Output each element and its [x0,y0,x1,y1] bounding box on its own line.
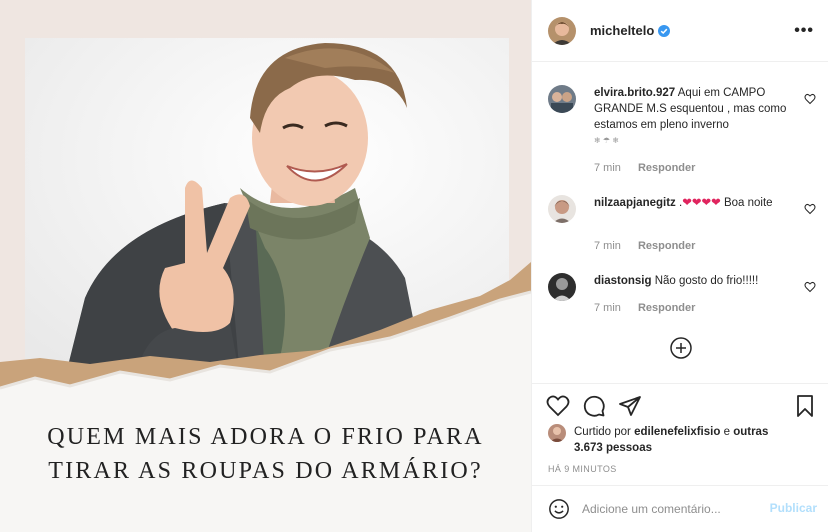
comment-item: elvira.brito.927 Aqui em CAMPO GRANDE M.… [548,85,816,180]
reply-button[interactable]: Responder [638,240,695,252]
like-comment-heart-icon[interactable] [804,203,816,215]
comment-text: elvira.brito.927 Aqui em CAMPO GRANDE M.… [594,85,789,149]
like-comment-heart-icon[interactable] [804,93,816,105]
likes-text: Curtido por edilenefelixfisio e outras 3… [574,424,774,456]
save-bookmark-icon[interactable] [793,394,817,418]
commenter-avatar[interactable] [548,195,576,223]
likes-summary: Curtido por edilenefelixfisio e outras 3… [548,424,818,460]
comment-bubble-icon[interactable] [582,394,606,418]
post-header: micheltelo ••• [532,0,828,62]
caption-line-1: QUEM MAIS ADORA O FRIO PARA [47,424,484,450]
liker-username[interactable]: edilenefelixfisio [634,426,720,438]
comment-item: diastonsig Não gosto do frio!!!!! 7 min … [548,273,816,323]
author-username[interactable]: micheltelo [590,23,654,38]
comment-text: diastonsig Não gosto do frio!!!!! [594,273,789,289]
comment-time: 7 min [594,240,621,252]
comments-list: elvira.brito.927 Aqui em CAMPO GRANDE M.… [532,63,828,383]
verified-badge-icon [658,24,671,37]
likes-prefix: Curtido por [574,426,631,438]
reply-button[interactable]: Responder [638,302,695,314]
comment-item: nilzaapjanegitz .❤❤❤❤ Boa noite 7 min Re… [548,195,816,255]
share-send-icon[interactable] [618,394,642,418]
comment-text: nilzaapjanegitz .❤❤❤❤ Boa noite [594,195,789,211]
post-image[interactable]: QUEM MAIS ADORA O FRIO PARA TIRAR AS ROU… [0,0,531,532]
caption-line-2: TIRAR AS ROUPAS DO ARMÁRIO? [48,458,483,484]
comment-message: Não gosto do frio!!!!! [654,275,759,287]
commenter-avatar[interactable] [548,273,576,301]
more-options-icon[interactable]: ••• [794,22,814,40]
comment-meta: 7 min Responder [594,240,709,252]
post-side-panel: micheltelo ••• elvira.brito.927 Aqui em … [531,0,828,532]
comment-meta: 7 min Responder [594,162,709,174]
comment-time: 7 min [594,162,621,174]
commenter-avatar[interactable] [548,85,576,113]
emoji-smile-icon[interactable] [548,498,570,520]
commenter-username[interactable]: nilzaapjanegitz [594,197,676,209]
commenter-username[interactable]: elvira.brito.927 [594,87,675,99]
publish-button[interactable]: Publicar [770,501,817,515]
action-bar [546,394,817,418]
like-heart-icon[interactable] [546,394,570,418]
comment-message: Boa noite [723,197,773,209]
reply-button[interactable]: Responder [638,162,695,174]
comment-input[interactable] [582,499,762,519]
like-comment-heart-icon[interactable] [804,281,816,293]
comment-hearts: ❤❤❤❤ [682,197,721,209]
comment-emoji: ❄ ☂ ❄ [594,136,620,145]
author-avatar[interactable] [548,16,576,45]
commenter-username[interactable]: diastonsig [594,275,652,287]
post-caption-art: QUEM MAIS ADORA O FRIO PARA TIRAR AS ROU… [0,420,531,488]
liker-avatar[interactable] [548,424,566,442]
load-more-comments-icon[interactable] [669,336,693,360]
post-timestamp[interactable]: HÁ 9 MINUTOS [548,464,617,474]
add-comment-bar: Publicar [532,485,828,532]
likes-connector: e [723,426,730,438]
comment-meta: 7 min Responder [594,302,709,314]
comment-time: 7 min [594,302,621,314]
